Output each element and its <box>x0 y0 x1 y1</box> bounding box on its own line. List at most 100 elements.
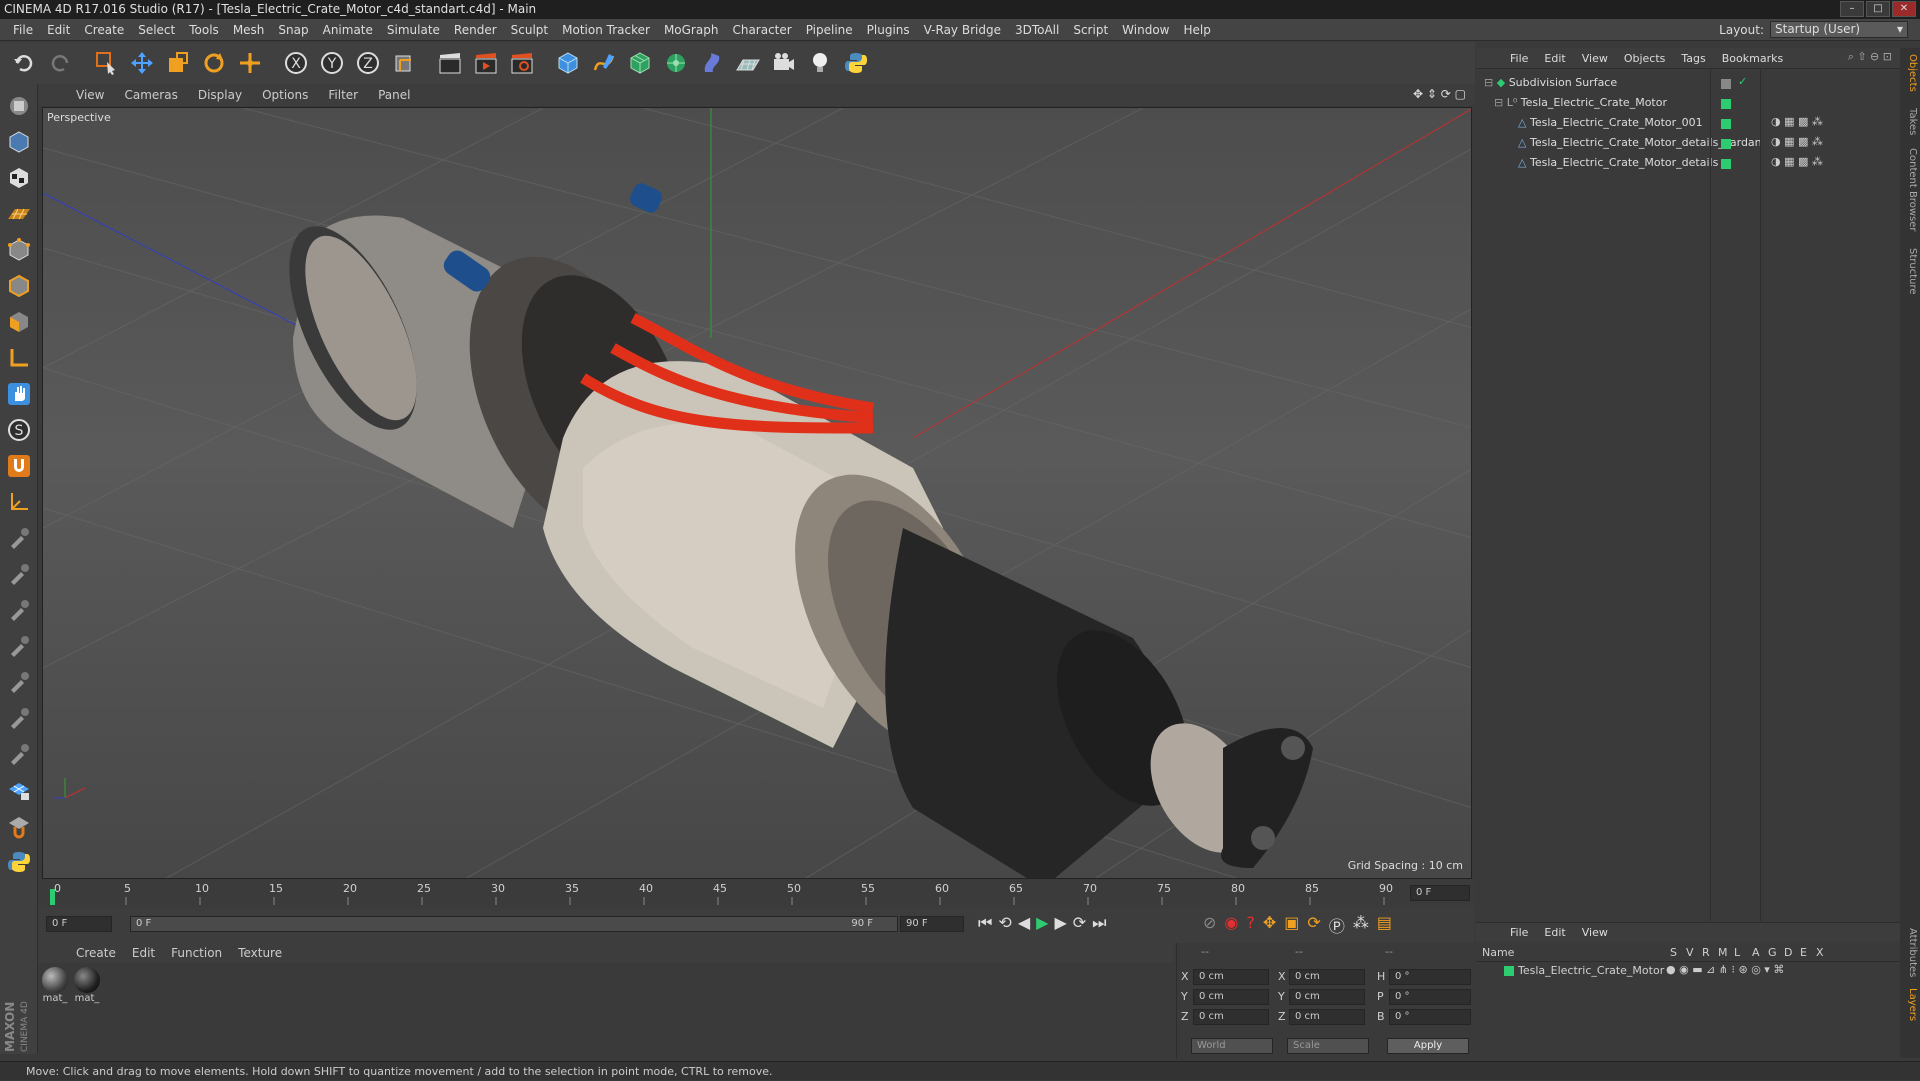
autokey-icon[interactable]: ◉ <box>1224 913 1238 937</box>
light-button[interactable] <box>804 47 836 79</box>
python-script-button[interactable] <box>3 846 35 878</box>
z-axis-lock-button[interactable]: Z <box>352 47 384 79</box>
magnet-button[interactable] <box>3 450 35 482</box>
3d-viewport[interactable]: Perspective Grid Spacing : 10 cm <box>42 107 1472 879</box>
material-tags[interactable]: ◑ ▦ ▩ ⁂ <box>1771 155 1823 168</box>
sculpt-brush-6[interactable] <box>3 702 35 734</box>
menu-simulate[interactable]: Simulate <box>380 23 447 37</box>
layer-row[interactable]: Tesla_Electric_Crate_Motor ● ◉ ▬ ⊿ ⋔ ⁝ ⊛… <box>1476 962 1900 980</box>
viewport-menu-filter[interactable]: Filter <box>318 88 368 102</box>
size-x-field[interactable]: 0 cm <box>1289 969 1365 985</box>
position-x-field[interactable]: 0 cm <box>1193 969 1269 985</box>
menu-vray-bridge[interactable]: V-Ray Bridge <box>917 23 1008 37</box>
sculpt-brush-7[interactable] <box>3 738 35 770</box>
menu-select[interactable]: Select <box>131 23 182 37</box>
tab-content-browser[interactable]: Content Browser <box>1902 148 1918 231</box>
tree-row-motor-001[interactable]: △ Tesla_Electric_Crate_Motor_001 <box>1518 113 1703 132</box>
viewport-menu-options[interactable]: Options <box>252 88 318 102</box>
x-axis-lock-button[interactable]: X <box>280 47 312 79</box>
menu-motion-tracker[interactable]: Motion Tracker <box>555 23 657 37</box>
undo-button[interactable] <box>8 47 40 79</box>
menu-snap[interactable]: Snap <box>271 23 315 37</box>
layout-dropdown[interactable]: Startup (User) <box>1770 21 1908 38</box>
apply-button[interactable]: Apply <box>1387 1038 1469 1054</box>
start-frame-field[interactable]: 0 F <box>46 916 112 932</box>
layer-color[interactable] <box>1721 99 1731 109</box>
sculpt-brush-5[interactable] <box>3 666 35 698</box>
axis-mode-button[interactable] <box>3 342 35 374</box>
menu-render[interactable]: Render <box>447 23 504 37</box>
menu-create[interactable]: Create <box>77 23 131 37</box>
scale-tool-button[interactable] <box>162 47 194 79</box>
texture-mode-button[interactable] <box>3 162 35 194</box>
key-rotation-icon[interactable]: ⟳ <box>1307 913 1320 937</box>
menu-script[interactable]: Script <box>1066 23 1115 37</box>
tree-row-crate-motor[interactable]: ⊟ L⁰ Tesla_Electric_Crate_Motor <box>1494 93 1667 112</box>
redo-button[interactable] <box>44 47 76 79</box>
position-z-field[interactable]: 0 cm <box>1193 1009 1269 1025</box>
menu-plugins[interactable]: Plugins <box>860 23 917 37</box>
layer-menu-file[interactable]: File <box>1502 926 1536 939</box>
subdivision-surface-button[interactable] <box>624 47 656 79</box>
rotation-b-field[interactable]: 0 ° <box>1389 1009 1471 1025</box>
menu-sculpt[interactable]: Sculpt <box>504 23 555 37</box>
material-tags[interactable]: ◑ ▦ ▩ ⁂ <box>1771 115 1823 128</box>
tab-attributes[interactable]: Attributes <box>1902 928 1918 977</box>
tweak-mode-button[interactable] <box>3 378 35 410</box>
key-scale-icon[interactable]: ▣ <box>1284 913 1299 937</box>
close-button[interactable]: ✕ <box>1892 1 1916 17</box>
render-settings-button[interactable] <box>506 47 538 79</box>
layer-toggle[interactable] <box>1721 79 1731 89</box>
material-swatch[interactable]: mat_ <box>42 967 68 1004</box>
go-to-end-icon[interactable]: ⏭ <box>1092 913 1106 933</box>
maximize-button[interactable]: □ <box>1866 1 1890 17</box>
pen-spline-button[interactable] <box>588 47 620 79</box>
floor-button[interactable] <box>732 47 764 79</box>
coordinate-system-button[interactable] <box>388 47 420 79</box>
tab-layers[interactable]: Layers <box>1902 988 1918 1021</box>
tab-takes[interactable]: Takes <box>1902 108 1918 135</box>
make-editable-button[interactable] <box>3 90 35 122</box>
key-pla-icon[interactable]: ⁂ <box>1353 913 1369 937</box>
objects-menu-edit[interactable]: Edit <box>1536 52 1573 65</box>
menu-edit[interactable]: Edit <box>40 23 77 37</box>
material-menu-function[interactable]: Function <box>163 946 230 960</box>
keyframe-selection-icon[interactable]: ? <box>1246 913 1255 937</box>
sculpt-brush-3[interactable] <box>3 594 35 626</box>
go-to-start-icon[interactable]: ⏮ <box>978 913 992 933</box>
objects-menu-view[interactable]: View <box>1574 52 1616 65</box>
previous-key-icon[interactable]: ⟲ <box>998 913 1011 933</box>
coordinate-mode-dropdown[interactable]: World <box>1191 1038 1273 1054</box>
viewport-menu-panel[interactable]: Panel <box>368 88 420 102</box>
deformer-button[interactable] <box>696 47 728 79</box>
menu-mesh[interactable]: Mesh <box>226 23 272 37</box>
points-mode-button[interactable] <box>3 234 35 266</box>
objects-menu-objects[interactable]: Objects <box>1616 52 1674 65</box>
menu-pipeline[interactable]: Pipeline <box>799 23 860 37</box>
edges-mode-button[interactable] <box>3 270 35 302</box>
rotate-tool-button[interactable] <box>198 47 230 79</box>
y-axis-lock-button[interactable]: Y <box>316 47 348 79</box>
sculpt-brush-1[interactable] <box>3 522 35 554</box>
layer-color[interactable] <box>1721 159 1731 169</box>
menu-mograph[interactable]: MoGraph <box>657 23 726 37</box>
layer-menu-view[interactable]: View <box>1574 926 1616 939</box>
rotation-h-field[interactable]: 0 ° <box>1389 969 1471 985</box>
tree-row-motor-details[interactable]: △ Tesla_Electric_Crate_Motor_details <box>1518 153 1718 172</box>
previous-frame-icon[interactable]: ◀ <box>1018 913 1030 933</box>
sculpt-brush-2[interactable] <box>3 558 35 590</box>
move-tool-button[interactable] <box>126 47 158 79</box>
menu-window[interactable]: Window <box>1115 23 1176 37</box>
minimize-button[interactable]: – <box>1840 1 1864 17</box>
material-swatch[interactable]: mat_ <box>74 967 100 1004</box>
cloner-button[interactable] <box>660 47 692 79</box>
objects-menu-bookmarks[interactable]: Bookmarks <box>1714 52 1791 65</box>
next-key-icon[interactable]: ⟳ <box>1073 913 1086 933</box>
model-mode-button[interactable] <box>3 126 35 158</box>
material-menu-create[interactable]: Create <box>68 946 124 960</box>
workplane-mode-button[interactable] <box>3 198 35 230</box>
menu-animate[interactable]: Animate <box>316 23 380 37</box>
enabled-check-icon[interactable]: ✓ <box>1738 75 1747 88</box>
material-menu-texture[interactable]: Texture <box>230 946 290 960</box>
magnet-grid-button[interactable] <box>3 810 35 842</box>
